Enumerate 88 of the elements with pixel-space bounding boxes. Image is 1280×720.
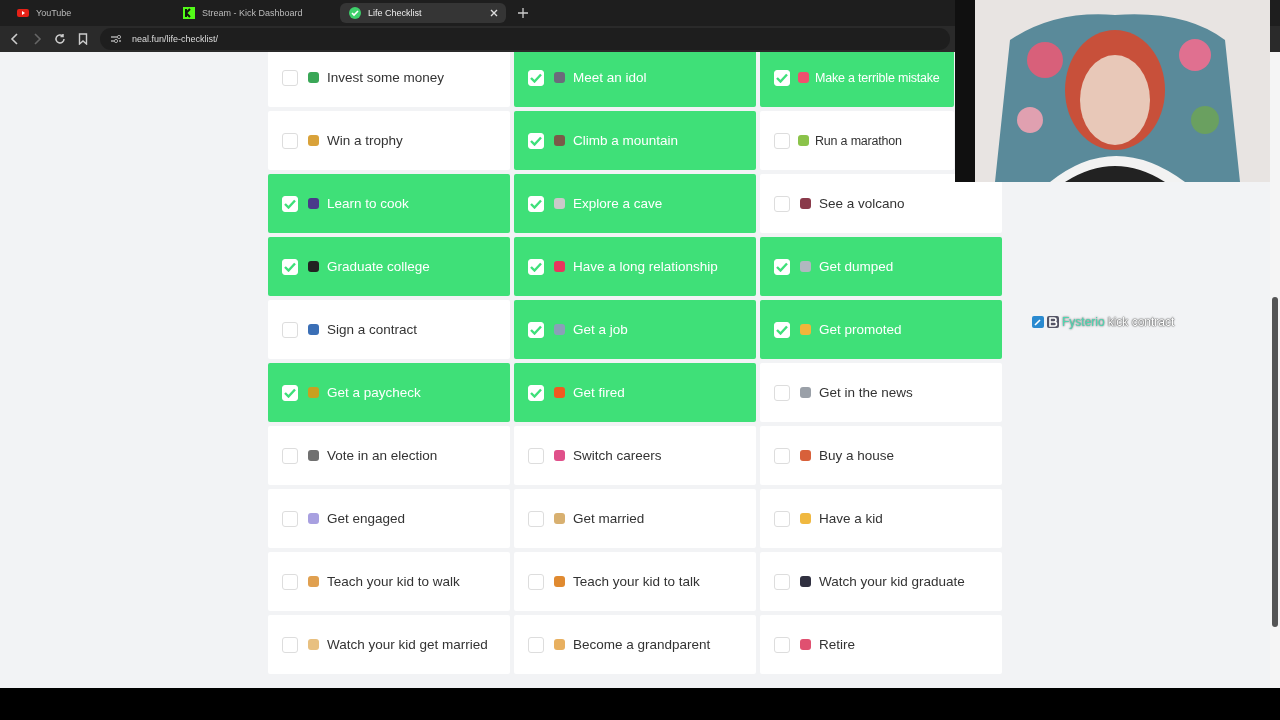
chat-username: Fysterio (1062, 315, 1105, 329)
item-label: Get married (573, 511, 645, 526)
item-label: Get a job (573, 322, 628, 337)
browser-tab[interactable]: YouTube (8, 3, 174, 23)
item-label: Get engaged (327, 511, 406, 526)
site-settings-icon[interactable] (110, 34, 122, 44)
checkbox[interactable] (282, 132, 298, 149)
checkbox[interactable] (774, 195, 790, 212)
checkbox[interactable] (528, 636, 544, 653)
item-label: Have a kid (819, 511, 883, 526)
checklist-item[interactable]: Retire (760, 615, 1002, 674)
checkbox[interactable] (774, 384, 790, 401)
checkbox[interactable] (528, 510, 544, 527)
checklist-item[interactable]: Invest some money (268, 52, 510, 107)
youtube-icon (16, 6, 30, 20)
checkbox[interactable] (774, 132, 790, 149)
checkbox[interactable] (282, 573, 298, 590)
item-label: Make a terrible mistake (815, 70, 940, 85)
bold-badge-icon (1047, 316, 1059, 328)
checklist-item[interactable]: Get in the news (760, 363, 1002, 422)
item-label: Learn to cook (327, 196, 409, 211)
item-label: Meet an idol (573, 70, 647, 85)
checkbox[interactable] (774, 447, 790, 464)
tab-title: Life Checklist (368, 8, 423, 18)
item-label: Get fired (573, 385, 625, 400)
checklist-item[interactable]: Watch your kid graduate (760, 552, 1002, 611)
checklist-item[interactable]: Become a grandparent (514, 615, 756, 674)
item-label: Vote in an election (327, 448, 438, 463)
checklist-item[interactable]: Run a marathon (760, 111, 954, 170)
item-label: Watch your kid get married (327, 637, 488, 652)
item-label: Explore a cave (573, 196, 663, 211)
browser-tab[interactable]: Life Checklist (340, 3, 506, 23)
checklist-item[interactable]: Buy a house (760, 426, 1002, 485)
item-label: Have a long relationship (573, 259, 718, 274)
item-label: Get in the news (819, 385, 913, 400)
checklist-item[interactable]: See a volcano (760, 174, 1002, 233)
checklist-item[interactable]: Teach your kid to talk (514, 552, 756, 611)
item-label: Win a trophy (327, 133, 403, 148)
checklist-item[interactable]: Watch your kid get married (268, 615, 510, 674)
back-icon[interactable] (10, 33, 20, 45)
pen-badge-icon (1032, 316, 1044, 328)
checkbox[interactable] (774, 510, 790, 527)
item-label: Get a paycheck (327, 385, 421, 400)
chat-message: kick contract (1107, 315, 1175, 329)
item-label: Get dumped (819, 259, 894, 274)
item-label: Retire (819, 637, 855, 652)
item-label: Watch your kid graduate (819, 574, 965, 589)
checklist-item[interactable]: Win a trophy (268, 111, 510, 170)
checkbox[interactable] (774, 573, 790, 590)
new-tab-icon[interactable] (518, 8, 528, 18)
address-field[interactable]: neal.fun/life-checklist/ (100, 28, 950, 50)
item-label: Switch careers (573, 448, 662, 463)
checkbox[interactable] (282, 510, 298, 527)
item-label: Teach your kid to talk (573, 574, 700, 589)
item-label: Become a grandparent (573, 637, 711, 652)
check-circle-icon (348, 6, 362, 20)
item-label: See a volcano (819, 196, 905, 211)
browser-tab[interactable]: Stream - Kick Dashboard (174, 3, 340, 23)
item-label: Climb a mountain (573, 133, 679, 148)
url-text: neal.fun/life-checklist/ (132, 34, 219, 44)
item-label: Graduate college (327, 259, 430, 274)
checkbox[interactable] (282, 636, 298, 653)
bookmark-icon[interactable] (78, 33, 88, 45)
reload-icon[interactable] (54, 33, 66, 45)
checklist-item[interactable]: Sign a contract (268, 300, 510, 359)
checklist-item[interactable]: Have a kid (760, 489, 1002, 548)
item-label: Invest some money (327, 70, 445, 85)
kick-logo-icon (182, 6, 196, 20)
checkbox[interactable] (774, 636, 790, 653)
checkbox[interactable] (528, 573, 544, 590)
tab-title: Stream - Kick Dashboard (202, 8, 304, 18)
close-icon[interactable] (490, 9, 498, 17)
item-label: Buy a house (819, 448, 895, 463)
item-label: Teach your kid to walk (327, 574, 460, 589)
checklist-item[interactable]: Vote in an election (268, 426, 510, 485)
checklist-item[interactable]: Get married (514, 489, 756, 548)
checklist-item[interactable]: Get engaged (268, 489, 510, 548)
checkbox[interactable] (282, 69, 298, 86)
item-label: Get promoted (819, 322, 902, 337)
item-label: Sign a contract (327, 322, 418, 337)
checkbox[interactable] (282, 321, 298, 338)
checklist-item[interactable]: Teach your kid to walk (268, 552, 510, 611)
forward-icon[interactable] (32, 33, 42, 45)
item-label: Run a marathon (815, 133, 902, 148)
checkbox[interactable] (282, 447, 298, 464)
checklist-item[interactable]: Switch careers (514, 426, 756, 485)
checkbox[interactable] (528, 447, 544, 464)
tab-title: YouTube (36, 8, 73, 18)
